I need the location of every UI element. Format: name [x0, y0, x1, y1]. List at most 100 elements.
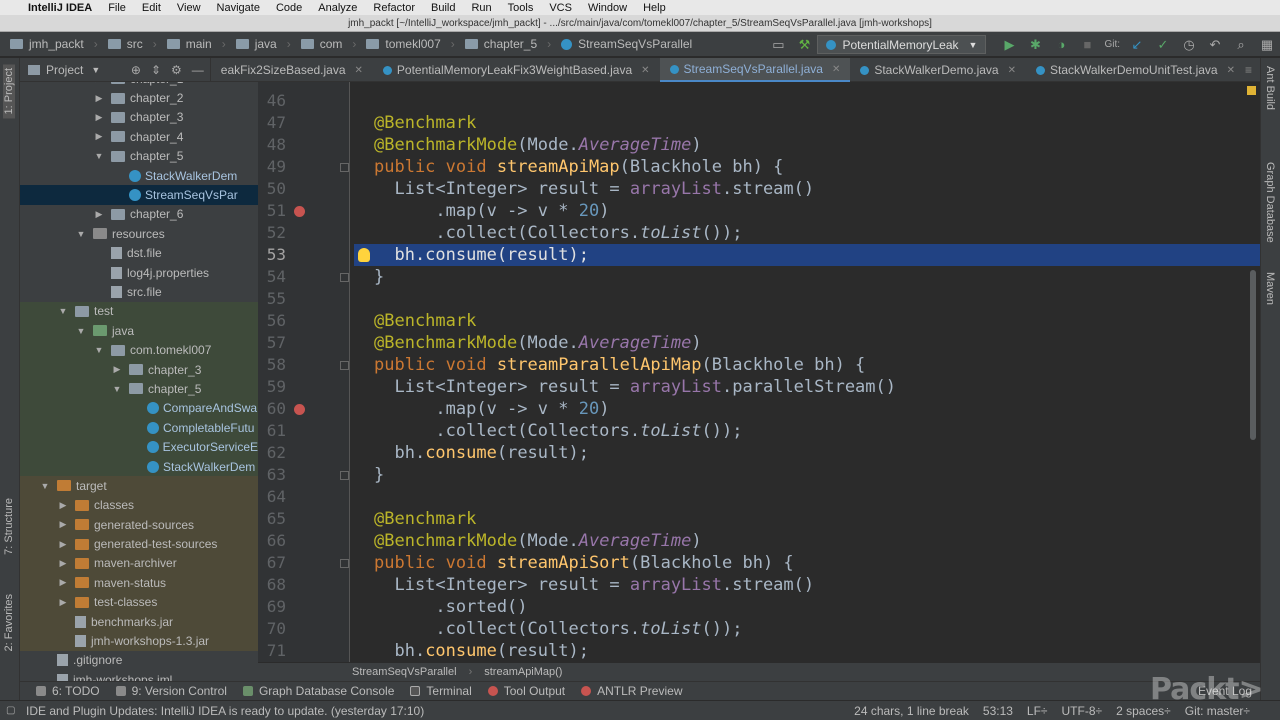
nav-breadcrumb-item[interactable]: src ›	[107, 37, 157, 51]
chevron-right-icon[interactable]: ▶	[56, 577, 70, 588]
layout-icon[interactable]: ▭	[770, 37, 786, 53]
project-tree-item[interactable]: ▶ chapter_3	[20, 108, 258, 127]
tool-graph-db-console[interactable]: Graph Database Console	[242, 684, 394, 698]
code-line[interactable]: 46	[258, 90, 1260, 112]
code-line[interactable]: 47 @Benchmark	[258, 112, 1260, 134]
stop-icon[interactable]: ■	[1079, 37, 1095, 53]
project-tree-item[interactable]: StreamSeqVsPar	[20, 185, 258, 205]
revert-icon[interactable]: ↶	[1207, 37, 1223, 53]
project-tree-item[interactable]: src.file	[20, 282, 258, 301]
nav-breadcrumb-item[interactable]: jmh_packt ›	[10, 37, 98, 51]
presentation-icon[interactable]: ▦	[1259, 37, 1275, 53]
code-line[interactable]: 52 .collect(Collectors.toList());	[258, 222, 1260, 244]
menu-view[interactable]: View	[177, 2, 201, 14]
code-line[interactable]: 66 @BenchmarkMode(Mode.AverageTime)	[258, 530, 1260, 552]
coverage-icon[interactable]: ◑	[1053, 37, 1069, 53]
debug-icon[interactable]: ✱	[1027, 37, 1043, 53]
chevron-down-icon[interactable]: ▼	[91, 65, 100, 75]
code-line[interactable]: 65 @Benchmark	[258, 508, 1260, 530]
build-hammer-icon[interactable]: ⚒	[796, 37, 812, 53]
app-name-menu[interactable]: IntelliJ IDEA	[28, 2, 92, 14]
nav-breadcrumb-item[interactable]: java ›	[235, 37, 291, 51]
code-line[interactable]: 48 @BenchmarkMode(Mode.AverageTime)	[258, 134, 1260, 156]
menu-run[interactable]: Run	[471, 2, 491, 14]
project-tree-item[interactable]: CompareAndSwa	[20, 398, 258, 419]
chevron-right-icon[interactable]: ▶	[110, 364, 124, 375]
chevron-right-icon[interactable]: ▶	[92, 82, 106, 84]
code-editor[interactable]: 46 47 @Benchmark 48 @BenchmarkMode(Mode.Aver…	[258, 82, 1260, 662]
project-tree-item[interactable]: ▶ chapter_3	[20, 359, 258, 380]
editor-tab[interactable]: StackWalkerDemo.java ✕	[850, 58, 1026, 82]
project-tree-item[interactable]: jmh-workshops-1.3.jar	[20, 631, 258, 651]
code-line[interactable]: 63}	[258, 464, 1260, 486]
tool-output[interactable]: Tool Output	[487, 684, 565, 698]
code-line[interactable]: 54}	[258, 266, 1260, 288]
editor-tab[interactable]: StreamSeqVsParallel.java ✕	[659, 58, 851, 82]
project-tree-item[interactable]: log4j.properties	[20, 263, 258, 282]
project-tree-item[interactable]: ▼ com.tomekl007	[20, 340, 258, 360]
project-tree-item[interactable]: ▶ chapter_4	[20, 127, 258, 146]
code-line[interactable]: 68 List<Integer> result = arrayList.stre…	[258, 574, 1260, 596]
tool-terminal[interactable]: Terminal	[410, 684, 472, 698]
chevron-down-icon[interactable]: ▼	[92, 345, 106, 355]
gear-icon[interactable]: ⚙	[171, 63, 182, 77]
tabs-overflow-icon[interactable]: ≡	[1245, 63, 1252, 77]
editor-tab[interactable]: eakFix2SizeBased.java ✕	[211, 58, 373, 82]
editor-scrollbar[interactable]	[1250, 270, 1256, 440]
code-line[interactable]: 59 List<Integer> result = arrayList.para…	[258, 376, 1260, 398]
tool-version-control[interactable]: 9: Version Control	[115, 684, 227, 698]
chevron-right-icon[interactable]: ▶	[56, 519, 70, 530]
menu-file[interactable]: File	[108, 2, 126, 14]
tool-window-ant-build[interactable]: Ant Build	[1264, 66, 1276, 110]
project-view-selector[interactable]: Project	[46, 63, 83, 77]
caret-position[interactable]: 53:13	[983, 704, 1013, 718]
menu-edit[interactable]: Edit	[142, 2, 161, 14]
tool-antlr-preview[interactable]: ANTLR Preview	[581, 684, 682, 698]
close-icon[interactable]: ✕	[1008, 65, 1016, 76]
code-line[interactable]: 51 .map(v -> v * 20)	[258, 200, 1260, 222]
project-tree-item[interactable]: StackWalkerDem	[20, 166, 258, 185]
project-tree-item[interactable]: dst.file	[20, 244, 258, 263]
run-icon[interactable]: ▶	[1001, 37, 1017, 53]
tool-window-graph-database[interactable]: Graph Database	[1264, 162, 1276, 243]
project-tree-item[interactable]: jmh-workshops.iml	[20, 670, 258, 681]
project-tree-item[interactable]: StackWalkerDem	[20, 456, 258, 477]
code-line[interactable]: 71 bh.consume(result);	[258, 640, 1260, 662]
project-tree-item[interactable]: ▶ maven-archiver	[20, 553, 258, 574]
tool-window-favorites[interactable]: 2: Favorites	[3, 594, 15, 651]
chevron-right-icon[interactable]: ▶	[92, 209, 106, 220]
project-tree-item[interactable]: CompletableFutu	[20, 418, 258, 438]
project-tree-item[interactable]: ▶ maven-status	[20, 573, 258, 593]
tool-windows-toggle-icon[interactable]: ▢	[6, 705, 15, 716]
chevron-down-icon[interactable]: ▼	[92, 151, 106, 161]
nav-breadcrumb-item[interactable]: StreamSeqVsParallel	[561, 37, 692, 51]
tool-window-project[interactable]: 1: Project	[3, 64, 15, 119]
editor-tab[interactable]: PotentialMemoryLeakFix3WeightBased.java ✕	[373, 58, 660, 82]
project-tree-item[interactable]: .gitignore	[20, 651, 258, 670]
chevron-right-icon[interactable]: ▶	[56, 558, 70, 569]
vcs-commit-icon[interactable]: ✓	[1155, 37, 1171, 53]
chevron-right-icon[interactable]: ▶	[56, 539, 70, 550]
code-line[interactable]: 58 public void streamParallelApiMap(Black…	[258, 354, 1260, 376]
nav-breadcrumb-item[interactable]: main ›	[166, 37, 226, 51]
project-tree-item[interactable]: ▼ chapter_5	[20, 379, 258, 399]
vcs-update-icon[interactable]: ↙	[1129, 37, 1145, 53]
menu-help[interactable]: Help	[643, 2, 666, 14]
menu-vcs[interactable]: VCS	[549, 2, 572, 14]
close-icon[interactable]: ✕	[355, 65, 363, 76]
status-message[interactable]: IDE and Plugin Updates: IntelliJ IDEA is…	[26, 704, 424, 718]
chevron-right-icon[interactable]: ▶	[92, 112, 106, 123]
code-line[interactable]: 69 .sorted()	[258, 596, 1260, 618]
project-tree-item[interactable]: ▶ chapter_2	[20, 88, 258, 107]
file-encoding[interactable]: UTF-8÷	[1062, 704, 1103, 718]
project-tree-item[interactable]: ExecutorServiceE	[20, 437, 258, 457]
hide-icon[interactable]: —	[192, 63, 204, 77]
project-tree-item[interactable]: ▶ classes	[20, 495, 258, 515]
chevron-right-icon[interactable]: ▶	[56, 597, 70, 608]
menu-build[interactable]: Build	[431, 2, 455, 14]
code-line[interactable]: 64	[258, 486, 1260, 508]
project-tree-item[interactable]: ▶ generated-test-sources	[20, 534, 258, 554]
nav-breadcrumb-item[interactable]: com ›	[300, 37, 356, 51]
collapse-icon[interactable]: ⇕	[151, 63, 161, 77]
chevron-down-icon[interactable]: ▼	[110, 384, 124, 394]
